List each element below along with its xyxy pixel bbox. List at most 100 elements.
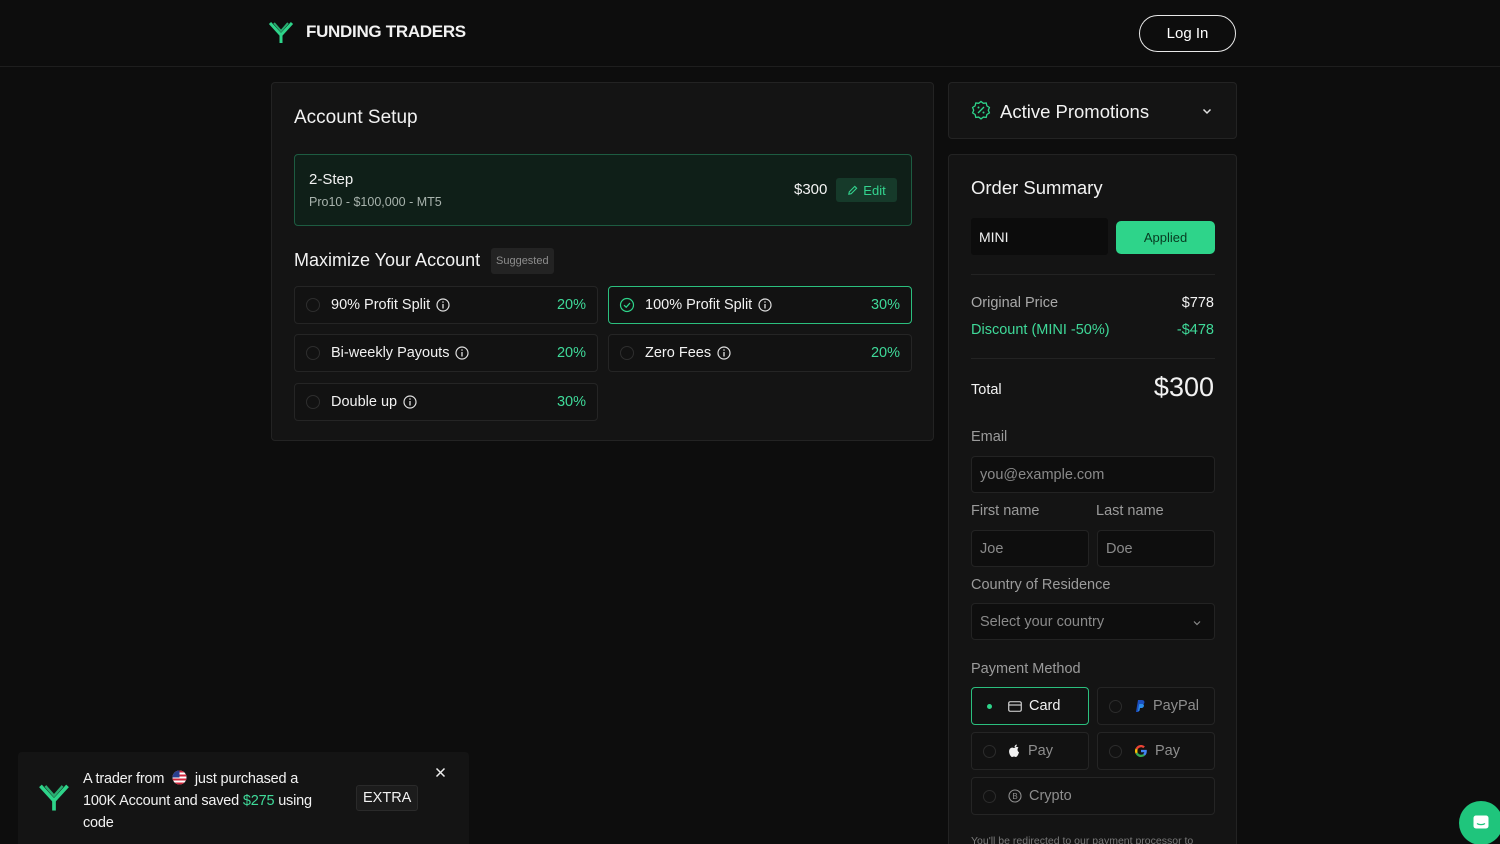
payment-label: Pay	[1028, 743, 1053, 759]
coupon-applied-button[interactable]: Applied	[1116, 221, 1215, 254]
country-label: Country of Residence	[971, 577, 1111, 593]
edit-label: Edit	[863, 182, 886, 198]
radio-button[interactable]	[306, 395, 320, 409]
selected-plan-card: 2-Step Pro10 - $100,000 - MT5 $300 Edit	[294, 154, 912, 226]
radio-button[interactable]	[620, 346, 634, 360]
email-field[interactable]: you@example.com	[971, 456, 1215, 493]
divider	[971, 274, 1215, 275]
google-icon	[1135, 745, 1147, 757]
suggested-badge: Suggested	[491, 248, 554, 274]
chevron-down-icon[interactable]	[1201, 105, 1213, 117]
first-name-label: First name	[971, 503, 1040, 519]
total-label: Total	[971, 382, 1002, 398]
discount-badge-icon	[971, 100, 991, 120]
email-label: Email	[971, 429, 1008, 445]
toast-saved-amount: $275	[242, 793, 275, 809]
addon-label: Bi-weekly Payouts	[331, 345, 450, 361]
radio-button[interactable]	[983, 700, 996, 713]
plan-name: 2-Step	[309, 171, 354, 188]
addon-double-up[interactable]: Double up 30%	[294, 383, 598, 421]
logo-icon	[39, 784, 69, 811]
maximize-title: Maximize Your Account	[294, 250, 481, 270]
payment-crypto-option[interactable]: B Crypto	[971, 777, 1215, 815]
addon-percent: 30%	[870, 297, 900, 313]
country-select[interactable]: Select your country	[971, 603, 1215, 640]
addon-percent: 20%	[556, 297, 586, 313]
active-promotions-title: Active Promotions	[1000, 101, 1150, 122]
discount-value: -$478	[1176, 322, 1214, 338]
account-setup-title: Account Setup	[294, 107, 418, 128]
info-icon[interactable]	[758, 298, 772, 312]
svg-text:B: B	[1012, 792, 1017, 801]
check-circle-icon[interactable]	[619, 297, 635, 313]
info-icon[interactable]	[455, 346, 470, 360]
apple-icon	[1009, 744, 1019, 757]
country-placeholder: Select your country	[980, 614, 1105, 630]
payment-apple-pay-option[interactable]: Pay	[971, 732, 1089, 770]
order-summary-panel: Order Summary MINI Applied Original Pric…	[948, 154, 1237, 844]
toast-message: A trader from just purchased a 100K Acco…	[83, 768, 333, 834]
payment-label: Card	[1029, 698, 1061, 714]
original-price-value: $778	[1181, 295, 1214, 311]
order-summary-title: Order Summary	[971, 177, 1103, 198]
addon-label: Zero Fees	[645, 345, 712, 361]
radio-button[interactable]	[306, 346, 320, 360]
chat-launcher-button[interactable]	[1459, 801, 1500, 844]
top-nav: FUNDING TRADERS Log In	[0, 0, 1500, 67]
chevron-down-icon	[1193, 621, 1201, 626]
chat-icon	[1473, 815, 1489, 829]
radio-button[interactable]	[1109, 700, 1122, 713]
addon-label: 100% Profit Split	[645, 297, 753, 313]
original-price-label: Original Price	[971, 295, 1059, 311]
redirect-note: You'll be redirected to our payment proc…	[971, 835, 1194, 844]
addon-label: Double up	[331, 394, 398, 410]
radio-button[interactable]	[1109, 745, 1122, 758]
us-flag-icon	[172, 770, 187, 785]
logo-icon	[268, 21, 294, 43]
addon-bi-weekly-payouts[interactable]: Bi-weekly Payouts 20%	[294, 334, 598, 372]
brand-logo[interactable]: FUNDING TRADERS	[268, 20, 466, 44]
payment-method-label: Payment Method	[971, 661, 1081, 677]
purchase-notification-toast: A trader from just purchased a 100K Acco…	[18, 752, 469, 844]
info-icon[interactable]	[717, 346, 731, 360]
addon-percent: 20%	[556, 345, 586, 361]
payment-paypal-option[interactable]: PayPal	[1097, 687, 1215, 725]
divider	[971, 358, 1215, 359]
plan-description: Pro10 - $100,000 - MT5	[309, 195, 442, 209]
pencil-icon	[848, 185, 858, 195]
radio-button[interactable]	[983, 790, 996, 803]
active-promotions-toggle[interactable]: Active Promotions	[948, 82, 1237, 139]
plan-price: $300	[794, 181, 828, 198]
radio-button[interactable]	[306, 298, 320, 312]
total-value: $300	[1153, 372, 1214, 402]
payment-label: Pay	[1155, 743, 1180, 759]
addon-label: 90% Profit Split	[331, 297, 431, 313]
credit-card-icon	[1008, 700, 1022, 712]
discount-label: Discount (MINI -50%)	[971, 322, 1110, 338]
brand-name: FUNDING TRADERS	[306, 22, 466, 41]
addon-percent: 30%	[556, 394, 586, 410]
payment-google-pay-option[interactable]: Pay	[1097, 732, 1215, 770]
last-name-label: Last name	[1096, 503, 1164, 519]
paypal-icon	[1136, 700, 1145, 712]
close-icon[interactable]	[435, 767, 446, 778]
account-setup-panel: Account Setup 2-Step Pro10 - $100,000 - …	[271, 82, 934, 441]
addon-zero-fees[interactable]: Zero Fees 20%	[608, 334, 912, 372]
info-icon[interactable]	[436, 298, 450, 312]
edit-plan-button[interactable]: Edit	[836, 178, 897, 202]
last-name-field[interactable]: Doe	[1097, 530, 1215, 567]
toast-text-part: A trader from	[83, 771, 165, 787]
addon-90-profit-split[interactable]: 90% Profit Split 20%	[294, 286, 598, 324]
bitcoin-icon: B	[1008, 789, 1022, 803]
login-button[interactable]: Log In	[1139, 15, 1236, 52]
radio-button[interactable]	[983, 745, 996, 758]
payment-label: Crypto	[1029, 788, 1072, 804]
payment-label: PayPal	[1153, 698, 1199, 714]
coupon-input[interactable]: MINI	[971, 218, 1108, 255]
first-name-field[interactable]: Joe	[971, 530, 1089, 567]
addon-100-profit-split[interactable]: 100% Profit Split 30%	[608, 286, 912, 324]
info-icon[interactable]	[403, 395, 417, 409]
addon-percent: 20%	[870, 345, 900, 361]
payment-card-option[interactable]: Card	[971, 687, 1089, 725]
promo-code-badge[interactable]: EXTRA	[356, 785, 419, 811]
